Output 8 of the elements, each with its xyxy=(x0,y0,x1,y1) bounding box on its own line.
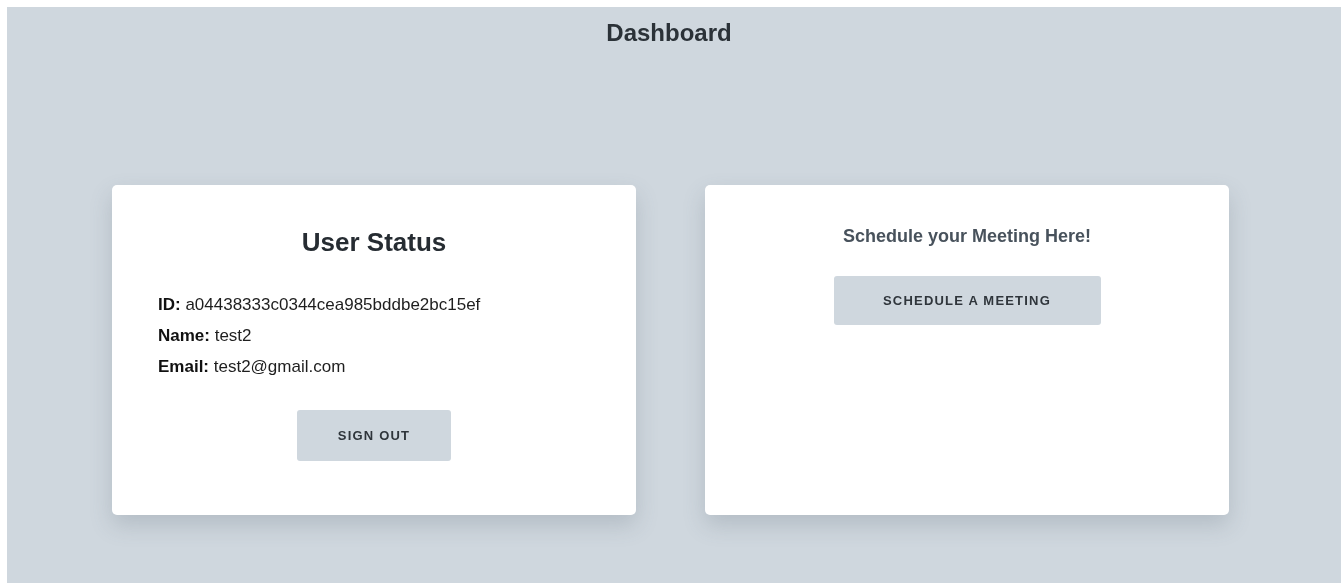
card-title: User Status xyxy=(301,227,447,257)
info-line: ID: a04438333c0344cea985bddbe2bc15ef xyxy=(158,294,482,316)
page-title: Dashboard xyxy=(605,19,733,47)
info-line: Email: test2@gmail.com xyxy=(158,356,347,378)
schedule-meeting-button[interactable]: SCHEDULE A MEETING xyxy=(833,276,1101,325)
card-title: Schedule your Meeting Here! xyxy=(842,225,1092,247)
sign-out-button[interactable]: SIGN OUT xyxy=(297,410,451,461)
info-line: Name: test2 xyxy=(158,325,253,347)
